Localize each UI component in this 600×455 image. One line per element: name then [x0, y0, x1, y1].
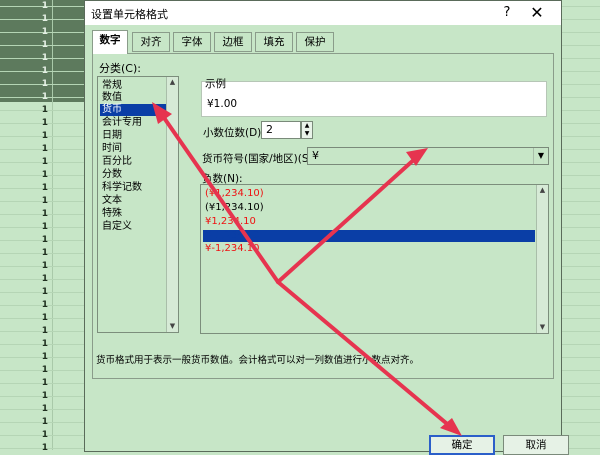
tab-number[interactable]: 数字	[92, 30, 128, 54]
annotation-arrows	[152, 102, 462, 436]
arrow-to-currency-category	[158, 110, 280, 284]
arrow-to-currency-symbol	[276, 154, 420, 284]
arrowhead-icon	[152, 102, 172, 124]
arrow-to-ok-button	[276, 280, 454, 430]
